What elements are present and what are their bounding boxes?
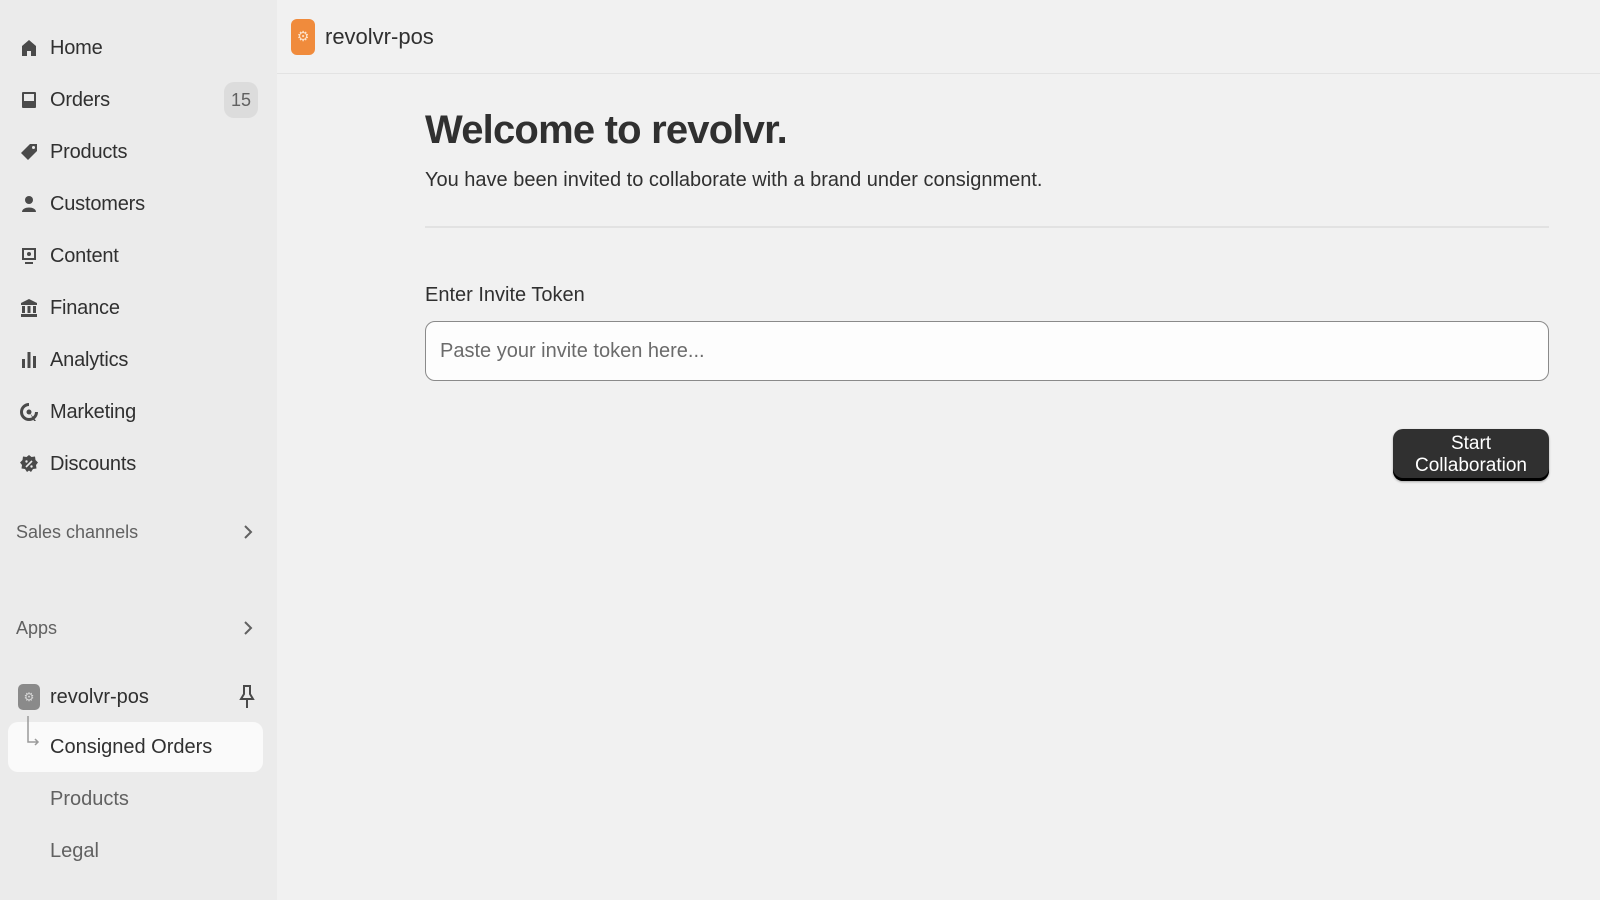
sidebar-item-label: Marketing — [50, 400, 137, 423]
sidebar-subitem-consigned-orders[interactable]: Consigned Orders — [8, 716, 263, 772]
apps-section[interactable]: Apps — [0, 608, 277, 648]
sidebar-item-customers[interactable]: Customers — [0, 178, 277, 230]
sidebar-item-analytics[interactable]: Analytics — [0, 334, 277, 386]
divider — [425, 226, 1549, 228]
invite-token-input[interactable] — [425, 321, 1549, 381]
home-icon — [18, 37, 40, 59]
chevron-right-icon — [241, 522, 255, 542]
sidebar-item-products[interactable]: Products — [0, 126, 277, 178]
app-name: revolvr-pos — [50, 685, 149, 708]
sales-channels-section[interactable]: Sales channels — [0, 512, 277, 552]
sales-channels-label: Sales channels — [16, 521, 139, 542]
content-icon — [18, 245, 40, 267]
sidebar-item-label: Finance — [50, 296, 120, 319]
sidebar-item-label: Home — [50, 36, 103, 59]
tag-icon — [18, 141, 40, 163]
sidebar-item-discounts[interactable]: Discounts — [0, 438, 277, 490]
app-logo-icon: ⚙ — [291, 18, 315, 55]
chevron-right-icon — [241, 618, 255, 638]
sidebar-item-label: Customers — [50, 192, 145, 215]
app-title: revolvr-pos — [325, 23, 434, 49]
sidebar-item-finance[interactable]: Finance — [0, 282, 277, 334]
sidebar-item-label: Orders — [50, 88, 110, 111]
sidebar-item-content[interactable]: Content — [0, 230, 277, 282]
start-collaboration-button[interactable]: Start Collaboration — [1393, 429, 1549, 481]
page-title: Welcome to revolvr. — [425, 108, 788, 152]
sidebar-subitem-label: Consigned Orders — [50, 735, 213, 758]
sidebar-item-home[interactable]: Home — [0, 22, 277, 74]
sidebar-subitem-label: Products — [50, 787, 129, 810]
orders-count-badge: 15 — [224, 82, 258, 118]
sidebar-subitem-label: Legal — [50, 839, 99, 862]
app-icon: ⚙ — [18, 684, 40, 710]
pin-icon[interactable] — [237, 684, 257, 710]
sidebar-subitem-legal[interactable]: Legal — [8, 826, 263, 876]
sidebar-subitem-products[interactable]: Products — [8, 774, 263, 824]
sidebar: Home Orders 15 Products Customers Conten… — [0, 0, 277, 900]
bar-chart-icon — [18, 349, 40, 371]
person-icon — [18, 193, 40, 215]
sidebar-item-orders[interactable]: Orders 15 — [0, 74, 277, 126]
target-icon — [18, 401, 40, 423]
sidebar-item-label: Products — [50, 140, 128, 163]
discount-icon — [18, 453, 40, 475]
sidebar-item-label: Analytics — [50, 348, 129, 371]
tree-branch-icon — [26, 716, 40, 750]
main-content: Welcome to revolvr. You have been invite… — [425, 108, 1549, 481]
page-subtitle: You have been invited to collaborate wit… — [425, 169, 1043, 191]
apps-label: Apps — [16, 617, 58, 638]
sidebar-app-revolvr-pos[interactable]: ⚙ revolvr-pos — [0, 672, 277, 722]
sidebar-item-label: Content — [50, 244, 119, 267]
orders-icon — [18, 89, 40, 111]
invite-token-label: Enter Invite Token — [425, 284, 585, 306]
app-header: ⚙ revolvr-pos — [277, 0, 1600, 74]
sidebar-item-marketing[interactable]: Marketing — [0, 386, 277, 438]
sidebar-item-label: Discounts — [50, 452, 137, 475]
bank-icon — [18, 297, 40, 319]
